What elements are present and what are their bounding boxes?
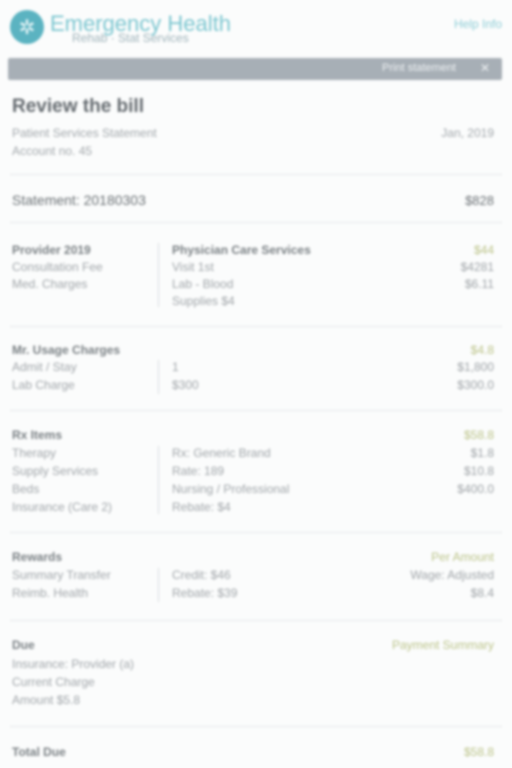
column-divider — [158, 360, 159, 394]
statement-date: Jan, 2019 — [441, 126, 494, 140]
column-divider — [158, 446, 159, 514]
line-item-label: Amount $5.8 — [12, 693, 81, 707]
page-title: Review the bill — [12, 96, 144, 117]
divider — [10, 222, 502, 223]
line-item-amount: $4281 — [460, 260, 494, 274]
toolbar: Print statement ✕ — [8, 58, 502, 80]
help-link[interactable]: Help Info — [454, 17, 502, 31]
total-due-amount: $58.8 — [463, 745, 494, 759]
line-item-detail: Lab - Blood — [172, 277, 234, 291]
section-title: Rewards — [12, 550, 63, 564]
line-item-detail: Supplies $4 — [172, 294, 235, 308]
line-item-label: Therapy — [12, 446, 57, 460]
line-item-amount: $400.0 — [457, 482, 494, 496]
line-item-label: Lab Charge — [12, 378, 75, 392]
line-item-detail: 1 — [172, 360, 179, 374]
line-item-detail: Rebate: $4 — [172, 500, 231, 514]
line-item-label: Reimb. Health — [12, 586, 89, 600]
line-item-detail: Visit 1st — [172, 260, 214, 274]
line-item-amount: $6.11 — [464, 277, 494, 291]
close-icon[interactable]: ✕ — [480, 61, 490, 75]
line-item-label: Supply Services — [12, 464, 99, 478]
line-item-label: Insurance: Provider (a) — [12, 657, 135, 671]
line-item-detail: Rx: Generic Brand — [172, 446, 271, 460]
section-title: Provider 2019 — [12, 243, 91, 257]
line-item-amount: $1.8 — [470, 446, 494, 460]
divider — [10, 326, 502, 327]
total-due-label: Total Due — [12, 745, 66, 759]
line-item-label: Admit / Stay — [12, 360, 77, 374]
account-number: Account no. 45 — [12, 144, 93, 158]
section-title: Rx Items — [12, 428, 63, 442]
line-item-amount: $8.4 — [470, 586, 494, 600]
divider — [10, 174, 502, 175]
line-item-amount: $10.8 — [463, 464, 494, 478]
statement-subtitle: Patient Services Statement — [12, 126, 157, 140]
section-subtitle: Physician Care Services — [172, 243, 311, 257]
line-item-detail: Rate: 189 — [172, 464, 225, 478]
line-item-amount: $1,800 — [457, 360, 494, 374]
line-item-detail: Credit: $46 — [172, 568, 231, 582]
line-item-label: Summary Transfer — [12, 568, 111, 582]
column-divider — [158, 243, 159, 307]
statement-number: Statement: 20180303 — [12, 192, 146, 208]
line-item-detail: $300 — [172, 378, 199, 392]
print-statement-button[interactable]: Print statement — [382, 62, 456, 74]
logo-icon[interactable]: ✲ — [10, 10, 44, 44]
section-amount: $58.8 — [463, 428, 494, 442]
statement-total: $828 — [465, 193, 494, 208]
line-item-detail: Rebate: $39 — [172, 586, 238, 600]
section-amount: $4.8 — [470, 343, 494, 357]
section-title: Due — [12, 638, 35, 652]
line-item-amount: $300.0 — [457, 378, 494, 392]
line-item-amount: Wage: Adjusted — [410, 568, 494, 582]
line-item-label: Beds — [12, 482, 40, 496]
divider — [10, 726, 502, 727]
column-divider — [158, 568, 159, 602]
divider — [10, 532, 502, 533]
line-item-label: Current Charge — [12, 675, 95, 689]
brand-tagline: Rehab · Stat Services — [72, 31, 189, 45]
line-item-detail: Nursing / Professional — [172, 482, 290, 496]
section-amount: $44 — [473, 243, 494, 257]
app-header: ✲ Emergency Health Rehab · Stat Services… — [0, 0, 512, 56]
divider — [10, 620, 502, 621]
line-item-label: Med. Charges — [12, 277, 88, 291]
line-item-label: Consultation Fee — [12, 260, 103, 274]
section-status: Per Amount — [431, 550, 494, 564]
section-title: Mr. Usage Charges — [12, 343, 121, 357]
divider — [10, 410, 502, 411]
section-status: Payment Summary — [391, 638, 494, 652]
line-item-label: Insurance (Care 2) — [12, 500, 113, 514]
